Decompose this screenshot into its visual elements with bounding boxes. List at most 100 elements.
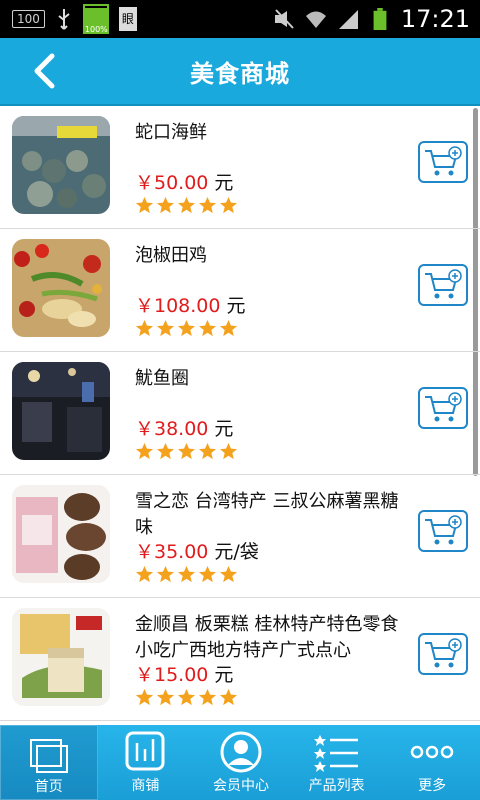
star-icon — [219, 565, 238, 583]
product-row[interactable]: 蛇口海鲜 ￥50.00 元 — [0, 106, 480, 229]
star-icon — [135, 319, 154, 337]
cart-add-icon — [425, 515, 462, 545]
product-row[interactable]: 泡椒田鸡 ￥108.00 元 — [0, 229, 480, 352]
product-price-line: ￥50.00 元 — [135, 168, 233, 195]
add-to-cart-button[interactable] — [418, 264, 468, 306]
rating-stars — [135, 196, 238, 215]
product-name: 雪之恋 台湾特产 三叔公麻薯黑糖味 — [135, 491, 399, 538]
product-price-line: ￥35.00 元/袋 — [135, 537, 259, 564]
product-name: 泡椒田鸡 — [135, 245, 207, 266]
star-icon — [198, 319, 217, 337]
clock: 17:21 — [400, 5, 470, 33]
star-icon — [135, 442, 154, 460]
product-image-seafood — [12, 116, 110, 214]
product-row[interactable]: 雪之恋 台湾特产 三叔公麻薯黑糖味 ￥35.00 元/袋 — [0, 475, 480, 598]
star-icon — [198, 688, 217, 706]
star-icon — [177, 196, 196, 214]
star-icon — [219, 688, 238, 706]
shop-icon — [125, 731, 165, 771]
product-image-chestnut-cake — [12, 608, 110, 706]
star-icon — [198, 196, 217, 214]
add-to-cart-button[interactable] — [418, 510, 468, 552]
notification-badge: 100 — [12, 10, 45, 28]
product-price-line: ￥15.00 元 — [135, 660, 233, 687]
product-price-line: ￥38.00 元 — [135, 414, 233, 441]
nav-label: 产品列表 — [308, 778, 365, 794]
product-name: 蛇口海鲜 — [135, 122, 207, 143]
star-icon — [156, 442, 175, 460]
product-price: ￥50.00 — [135, 172, 209, 194]
nav-member[interactable]: 会员中心 — [193, 725, 289, 800]
price-unit: 元 — [226, 295, 246, 317]
back-button[interactable] — [24, 50, 64, 92]
cart-add-icon — [425, 392, 462, 422]
product-list-icon — [313, 735, 358, 772]
add-to-cart-button[interactable] — [418, 633, 468, 675]
cart-add-icon — [425, 146, 462, 176]
star-icon — [156, 196, 175, 214]
price-unit: 元 — [214, 172, 234, 194]
product-price: ￥35.00 — [135, 541, 209, 563]
product-list[interactable]: 蛇口海鲜 ￥50.00 元 泡椒田鸡 ￥108.00 元 魷鱼圈 ￥38.00 … — [0, 106, 480, 725]
price-unit: 元/袋 — [214, 541, 259, 563]
status-bar: 100 100% 眼 17:21 — [0, 0, 480, 38]
star-icon — [177, 319, 196, 337]
rating-stars — [135, 442, 238, 461]
nav-more[interactable]: 更多 — [384, 725, 480, 800]
rating-stars — [135, 565, 238, 584]
nav-shop[interactable]: 商铺 — [98, 725, 194, 800]
battery-full-icon: 100% — [82, 4, 109, 34]
product-row[interactable]: 魷鱼圈 ￥38.00 元 — [0, 352, 480, 475]
product-price-line: ￥108.00 元 — [135, 291, 246, 318]
chevron-left-icon — [34, 53, 55, 89]
star-icon — [177, 442, 196, 460]
member-icon — [220, 731, 262, 773]
star-icon — [156, 688, 175, 706]
nav-label: 商铺 — [131, 778, 160, 794]
product-image-squid-rings — [12, 362, 110, 460]
product-price: ￥15.00 — [135, 664, 209, 686]
star-icon — [198, 565, 217, 583]
wifi-icon — [305, 11, 326, 28]
price-unit: 元 — [214, 664, 234, 686]
doc-icon: 眼 — [118, 7, 137, 31]
add-to-cart-button[interactable] — [418, 387, 468, 429]
home-icon — [29, 739, 68, 773]
product-price: ￥108.00 — [135, 295, 221, 317]
product-row[interactable]: 金顺昌 板栗糕 桂林特产特色零食小吃广西地方特产广式点心 ￥15.00 元 — [0, 598, 480, 721]
mute-icon — [274, 9, 294, 29]
product-name: 魷鱼圈 — [135, 368, 189, 389]
star-icon — [177, 688, 196, 706]
cart-add-icon — [425, 269, 462, 299]
nav-label: 更多 — [418, 778, 447, 794]
product-image-mochi — [12, 485, 110, 583]
star-icon — [198, 442, 217, 460]
star-icon — [156, 565, 175, 583]
signal-icon — [338, 10, 358, 29]
star-icon — [219, 442, 238, 460]
app-header: 美食商城 — [0, 38, 480, 106]
cart-add-icon — [425, 638, 462, 668]
page-title: 美食商城 — [190, 59, 290, 88]
star-icon — [135, 565, 154, 583]
star-icon — [219, 196, 238, 214]
nav-label: 首页 — [34, 779, 63, 795]
usb-icon — [55, 8, 73, 30]
rating-stars — [135, 688, 238, 707]
product-name: 金顺昌 板栗糕 桂林特产特色零食小吃广西地方特产广式点心 — [135, 614, 399, 661]
star-icon — [156, 319, 175, 337]
nav-label: 会员中心 — [212, 778, 269, 794]
star-icon — [219, 319, 238, 337]
nav-home[interactable]: 首页 — [0, 725, 98, 800]
product-image-frog — [12, 239, 110, 337]
price-unit: 元 — [214, 418, 234, 440]
star-icon — [135, 688, 154, 706]
product-price: ￥38.00 — [135, 418, 209, 440]
rating-stars — [135, 319, 238, 338]
star-icon — [177, 565, 196, 583]
add-to-cart-button[interactable] — [418, 141, 468, 183]
battery-label: 100% — [84, 25, 108, 34]
nav-product-list[interactable]: 产品列表 — [289, 725, 385, 800]
battery-icon — [373, 8, 387, 30]
bottom-nav: 首页 商铺 会员中心 产品列表 更多 — [0, 725, 480, 800]
